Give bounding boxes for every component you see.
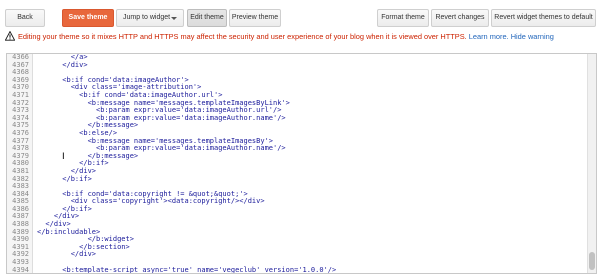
code-line[interactable]: 4382 </b:if> [7, 175, 587, 184]
code-line[interactable]: 4392 </div> [7, 251, 587, 259]
editor-scrollbar[interactable] [587, 54, 596, 273]
code-line[interactable]: 4394 <b:template-script async='true' nam… [7, 266, 587, 273]
jump-to-widget-label: Jump to widget [123, 14, 171, 21]
back-button[interactable]: Back [5, 9, 45, 27]
line-code[interactable]: </b:if> [37, 175, 92, 184]
preview-theme-button[interactable]: Preview theme [229, 9, 281, 27]
mixed-content-warning: Editing your theme so it mixes HTTP and … [5, 30, 597, 44]
format-theme-button[interactable]: Format theme [377, 9, 429, 27]
revert-widget-themes-button[interactable]: Revert widget themes to default [491, 9, 596, 27]
warning-triangle-icon [5, 31, 15, 41]
edit-theme-button[interactable]: Edit theme [187, 9, 227, 27]
code-lines[interactable]: 4366 </a> 4367 </div> 4368 4369 <b:if cond=… [7, 54, 587, 273]
editor-scroll-thumb[interactable] [589, 252, 595, 270]
jump-to-widget-dropdown[interactable]: Jump to widget [116, 9, 184, 27]
save-theme-button[interactable]: Save theme [62, 9, 114, 27]
theme-editor-toolbar: Back Save theme Jump to widget Edit them… [0, 0, 600, 30]
revert-changes-button[interactable]: Revert changes [431, 9, 489, 27]
code-line[interactable]: 4386 </b:if> [7, 205, 587, 214]
learn-more-link[interactable]: Learn more. [469, 32, 509, 41]
code-line[interactable]: 4387 </div> [7, 213, 587, 221]
code-line[interactable]: 4366 </a> [7, 54, 587, 62]
code-line[interactable]: 4381 </div> [7, 167, 587, 176]
line-code[interactable]: </div> [37, 61, 87, 70]
line-code[interactable]: </div> [37, 251, 96, 259]
warning-text: Editing your theme so it mixes HTTP and … [18, 32, 467, 41]
theme-code-editor[interactable]: 4366 </a> 4367 </div> 4368 4369 <b:if cond=… [6, 53, 597, 274]
code-line[interactable]: 4367 </div> [7, 61, 587, 70]
chevron-down-icon [171, 17, 177, 20]
code-line[interactable]: 4385 <div class='copyright'><data:copyri… [7, 198, 587, 206]
hide-warning-link[interactable]: Hide warning [511, 32, 554, 41]
text-cursor-icon: I [62, 152, 65, 162]
